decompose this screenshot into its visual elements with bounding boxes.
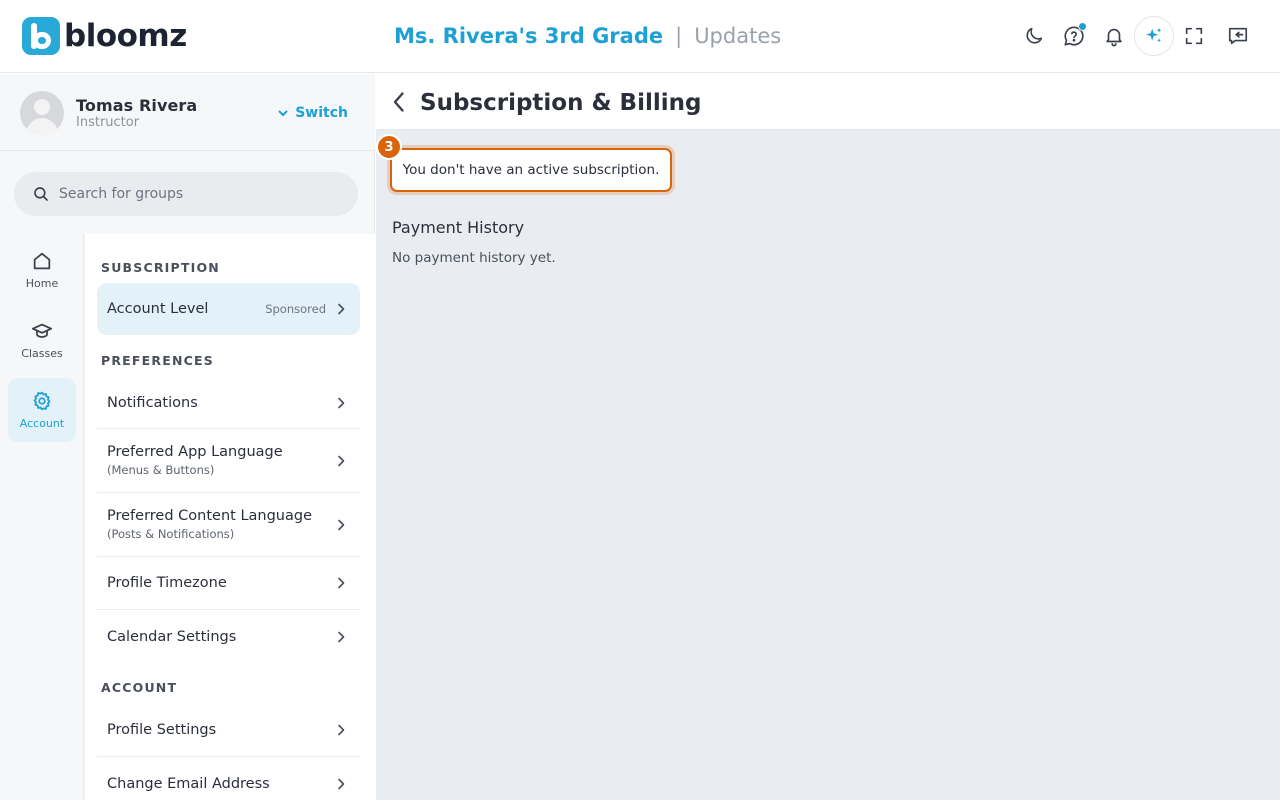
header-title: Ms. Rivera's 3rd Grade | Updates <box>394 22 781 50</box>
settings-item-change-email[interactable]: Change Email Address <box>97 757 360 800</box>
settings-item-label: Profile Settings <box>107 722 217 738</box>
notification-dot <box>1078 22 1087 31</box>
settings-item-label: Notifications <box>107 394 198 411</box>
title-separator: | <box>675 24 683 48</box>
settings-item-content-language[interactable]: Preferred Content Language (Posts & Noti… <box>97 493 360 557</box>
chevron-right-icon <box>338 519 345 530</box>
profile-role: Instructor <box>76 115 140 130</box>
help-button[interactable] <box>1054 16 1094 56</box>
notifications-button[interactable] <box>1094 16 1134 56</box>
settings-item-timezone[interactable]: Profile Timezone <box>97 557 360 610</box>
switch-button[interactable]: Switch <box>277 105 348 121</box>
dark-mode-button[interactable] <box>1014 16 1054 56</box>
home-icon <box>33 252 51 270</box>
rail-label-home: Home <box>25 277 59 290</box>
bloomz-logo[interactable]: bloomz <box>22 17 187 55</box>
rail-item-home[interactable]: Home <box>8 238 76 302</box>
profile-name: Tomas Rivera <box>76 96 198 115</box>
graduation-cap-icon <box>31 323 53 338</box>
payment-history-title: Payment History <box>392 218 525 237</box>
gear-icon <box>33 391 51 411</box>
search-bar[interactable] <box>14 172 358 216</box>
search-input[interactable] <box>59 186 339 202</box>
account-level-badge: Sponsored <box>265 302 326 316</box>
class-name[interactable]: Ms. Rivera's 3rd Grade <box>394 22 663 50</box>
fullscreen-button[interactable] <box>1174 16 1214 56</box>
settings-item-account-level[interactable]: Account Level Sponsored <box>97 283 360 335</box>
settings-item-label: Change Email Address <box>107 775 270 792</box>
chevron-right-icon <box>338 724 345 736</box>
chevron-right-icon <box>338 303 345 315</box>
settings-item-label: Calendar Settings <box>107 628 237 645</box>
fullscreen-icon <box>1185 27 1203 45</box>
section-title-subscription: SUBSCRIPTION <box>101 260 220 275</box>
moon-icon <box>1026 27 1043 44</box>
rail-label-account: Account <box>19 417 65 430</box>
rail-label-classes: Classes <box>21 347 63 360</box>
chevron-right-icon <box>338 631 345 642</box>
chevron-right-icon <box>338 778 345 789</box>
settings-list: SUBSCRIPTION Account Level Sponsored PRE… <box>85 234 375 800</box>
settings-item-app-language[interactable]: Preferred App Language (Menus & Buttons) <box>97 429 360 493</box>
section-title-preferences: PREFERENCES <box>101 353 214 368</box>
settings-item-sublabel: (Menus & Buttons) <box>107 463 215 477</box>
main-content: You don't have an active subscription. 3… <box>376 130 1280 800</box>
page-header: Subscription & Billing <box>376 74 1280 130</box>
settings-item-label: Preferred Content Language <box>107 508 312 524</box>
page-title: Subscription & Billing <box>420 90 702 116</box>
switch-label: Switch <box>295 105 348 121</box>
ai-sparkle-icon <box>1146 27 1162 43</box>
chevron-right-icon <box>338 455 345 466</box>
settings-item-sublabel: (Posts & Notifications) <box>107 527 235 541</box>
search-icon <box>34 187 48 201</box>
settings-item-calendar[interactable]: Calendar Settings <box>97 610 360 663</box>
settings-item-label: Profile Timezone <box>107 575 227 591</box>
section-title-account: ACCOUNT <box>101 680 178 695</box>
bell-icon <box>1106 28 1122 47</box>
chevron-down-icon <box>278 110 288 116</box>
settings-item-notifications[interactable]: Notifications <box>97 377 360 429</box>
profile-header: Tomas Rivera Instructor Switch <box>0 74 375 151</box>
settings-item-label: Account Level <box>107 301 209 317</box>
section-name: Updates <box>694 24 782 48</box>
chevron-right-icon <box>338 397 345 408</box>
rail-item-account[interactable]: Account <box>8 378 76 442</box>
subscription-notice-text: You don't have an active subscription. <box>402 162 660 178</box>
payment-history-empty: No payment history yet. <box>392 250 556 266</box>
back-button[interactable] <box>388 90 408 114</box>
step-number-badge: 3 <box>376 134 402 160</box>
subscription-notice: You don't have an active subscription. <box>390 148 672 192</box>
chevron-left-icon <box>393 92 404 112</box>
rail-item-classes[interactable]: Classes <box>8 308 76 372</box>
settings-item-profile-settings[interactable]: Profile Settings <box>97 704 360 757</box>
collapse-panel-icon <box>1228 27 1248 45</box>
logo-text: bloomz <box>64 18 187 54</box>
collapse-panel-button[interactable] <box>1218 16 1258 56</box>
settings-item-label: Preferred App Language <box>107 444 283 460</box>
logo-mark-icon <box>22 17 60 55</box>
top-bar: bloomz Ms. Rivera's 3rd Grade | Updates <box>0 0 1280 73</box>
avatar[interactable] <box>20 91 64 135</box>
chevron-right-icon <box>338 577 345 589</box>
ai-assistant-button[interactable] <box>1134 16 1174 56</box>
nav-rail: Home Classes Account <box>0 234 84 800</box>
header-actions <box>1014 16 1258 56</box>
